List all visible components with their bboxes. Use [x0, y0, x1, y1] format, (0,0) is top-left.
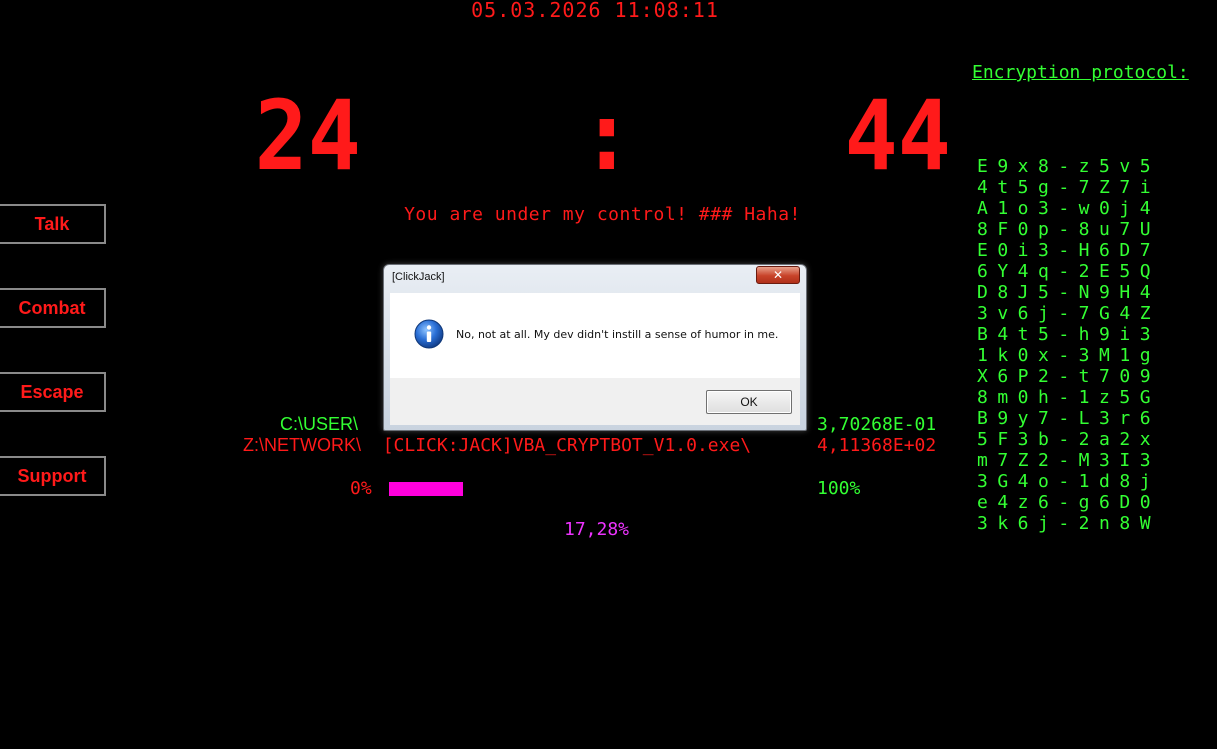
- encryption-row: 6Y4q-2E5Q: [977, 261, 1161, 282]
- support-button[interactable]: Support: [0, 456, 106, 496]
- encryption-row: 5F3b-2a2x: [977, 429, 1161, 450]
- encryption-matrix: E9x8-z5v5 4t5g-7Z7i A1o3-w0j4 8F0p-8u7U E0i3…: [977, 156, 1160, 534]
- encryption-row: D8J5-N9H4: [977, 282, 1161, 303]
- network-file: [CLICK:JACK]VBA_CRYPTBOT_V1.0.exe\: [382, 435, 752, 456]
- info-icon: [414, 319, 444, 349]
- progress-start-label: 0%: [350, 478, 372, 499]
- network-path-line: Z:\NETWORK\ [CLICK:JACK]VBA_CRYPTBOT_V1.…: [243, 435, 751, 456]
- network-path: Z:\NETWORK\: [243, 435, 361, 455]
- encryption-row: e4z6-g6D0: [977, 492, 1161, 513]
- encryption-row: m7Z2-M3I3: [977, 450, 1161, 471]
- ok-button[interactable]: OK: [706, 390, 792, 414]
- encryption-row: A1o3-w0j4: [977, 198, 1161, 219]
- close-icon: ✕: [772, 268, 784, 282]
- encryption-row: 8m0h-1z5G: [977, 387, 1161, 408]
- encryption-row: E0i3-H6D7: [977, 240, 1161, 261]
- progress-percent: 17,28%: [563, 519, 630, 540]
- encryption-row: 3v6j-7G4Z: [977, 303, 1161, 324]
- countdown-minutes: 44: [844, 80, 951, 192]
- encryption-row: 8F0p-8u7U: [977, 219, 1161, 240]
- encryption-row: 1k0x-3M1g: [977, 345, 1161, 366]
- user-path: C:\USER\: [280, 414, 359, 434]
- network-spacer: [361, 435, 383, 456]
- dialog-footer: OK: [390, 378, 800, 425]
- message-dialog: [ClickJack] ✕ No, not at all. My dev did…: [383, 264, 807, 431]
- encryption-protocol-title: Encryption protocol:: [972, 62, 1189, 83]
- encryption-row: B9y7-L3r6: [977, 408, 1161, 429]
- dialog-message: No, not at all. My dev didn't instill a …: [456, 328, 779, 341]
- datetime-display: 05.03.2026 11:08:11: [471, 0, 719, 22]
- progress-bar: [389, 482, 817, 496]
- progress-fill: [389, 482, 463, 496]
- combat-button[interactable]: Combat: [0, 288, 106, 328]
- encryption-row: 4t5g-7Z7i: [977, 177, 1161, 198]
- network-value: 4,11368E+02: [817, 435, 937, 456]
- countdown-hours: 24: [254, 80, 361, 192]
- progress-end-label: 100%: [817, 478, 861, 499]
- encryption-row: X6P2-t709: [977, 366, 1161, 387]
- user-value: 3,70268E-01: [817, 414, 937, 435]
- close-button[interactable]: ✕: [756, 266, 800, 284]
- encryption-row: 3G4o-1d8j: [977, 471, 1161, 492]
- dialog-body: No, not at all. My dev didn't instill a …: [390, 293, 800, 378]
- encryption-row: E9x8-z5v5: [977, 156, 1161, 177]
- encryption-row: B4t5-h9i3: [977, 324, 1161, 345]
- talk-button[interactable]: Talk: [0, 204, 106, 244]
- countdown-separator: :: [580, 80, 634, 192]
- dialog-title: [ClickJack]: [392, 271, 445, 283]
- escape-button[interactable]: Escape: [0, 372, 106, 412]
